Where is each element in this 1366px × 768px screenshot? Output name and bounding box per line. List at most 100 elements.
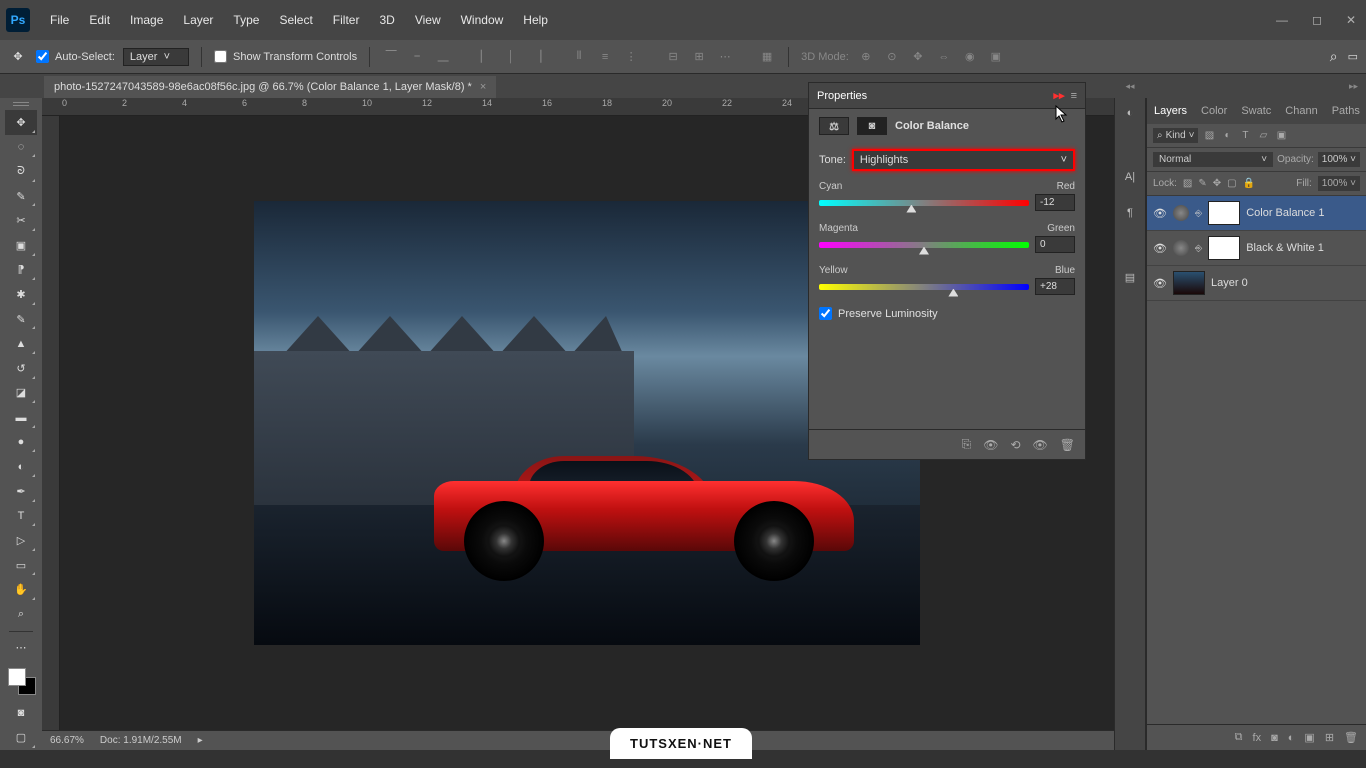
character-panel-icon[interactable]: A| bbox=[1119, 166, 1141, 188]
menu-edit[interactable]: Edit bbox=[81, 9, 118, 31]
tab-layers[interactable]: Layers bbox=[1147, 105, 1194, 117]
preserve-check[interactable] bbox=[819, 307, 832, 320]
properties-header[interactable]: Properties ▸▸ ≡ bbox=[809, 83, 1085, 109]
layer-mask-thumb[interactable] bbox=[1208, 201, 1240, 225]
menu-help[interactable]: Help bbox=[515, 9, 556, 31]
reset-icon[interactable]: ⟲ bbox=[1010, 438, 1020, 452]
slider-thumb[interactable] bbox=[948, 289, 958, 297]
tab-channels[interactable]: Chann bbox=[1278, 105, 1324, 117]
distribute-spacing-icon[interactable]: ⊟ bbox=[664, 48, 682, 66]
auto-select-checkbox[interactable]: Auto-Select: bbox=[36, 50, 115, 63]
quick-mask-tool[interactable]: ◙ bbox=[5, 701, 37, 726]
tab-paths[interactable]: Paths bbox=[1325, 105, 1366, 117]
ruler-vertical[interactable] bbox=[42, 116, 60, 730]
show-transform-check[interactable] bbox=[214, 50, 227, 63]
move-tool[interactable]: ✥ bbox=[5, 110, 37, 135]
lock-all-icon[interactable]: 🔒 bbox=[1243, 178, 1255, 189]
filter-type-icon[interactable]: T bbox=[1238, 129, 1252, 143]
doc-size[interactable]: Doc: 1.91M/2.55M bbox=[100, 735, 182, 746]
menu-file[interactable]: File bbox=[42, 9, 77, 31]
align-left-icon[interactable]: ▏ bbox=[476, 48, 494, 66]
delete-adjustment-icon[interactable]: 🗑 bbox=[1060, 438, 1075, 452]
menu-3d[interactable]: 3D bbox=[371, 9, 402, 31]
menu-layer[interactable]: Layer bbox=[175, 9, 221, 31]
new-group-icon[interactable]: ▣ bbox=[1304, 731, 1314, 744]
marquee-tool[interactable]: ◌ bbox=[5, 135, 37, 160]
layer-visibility-icon[interactable]: 👁 bbox=[1153, 242, 1167, 255]
layer-row[interactable]: 👁 Layer 0 bbox=[1147, 266, 1366, 301]
hand-tool[interactable]: ✋ bbox=[5, 577, 37, 602]
right-col-collapse[interactable]: ▸▸ bbox=[1146, 74, 1366, 98]
slider-thumb[interactable] bbox=[919, 247, 929, 255]
layer-row[interactable]: 👁 ⎆ Color Balance 1 bbox=[1147, 196, 1366, 231]
layer-visibility-icon[interactable]: 👁 bbox=[1153, 277, 1167, 290]
minimize-icon[interactable]: — bbox=[1272, 9, 1292, 31]
align-top-icon[interactable]: ⎺ bbox=[382, 48, 400, 66]
panel-menu-icon[interactable]: ≡ bbox=[1071, 90, 1077, 102]
pan-icon[interactable]: ✥ bbox=[909, 48, 927, 66]
toolbox-grip[interactable] bbox=[13, 102, 29, 106]
preserve-luminosity-checkbox[interactable]: Preserve Luminosity bbox=[819, 307, 1075, 320]
zoom-tool[interactable]: ⌕ bbox=[5, 602, 37, 627]
menu-view[interactable]: View bbox=[407, 9, 449, 31]
layer-filter-kind[interactable]: ⌕ Kind ˅ bbox=[1153, 128, 1198, 143]
auto-select-target-select[interactable]: Layer ˅ bbox=[123, 48, 189, 66]
slider-value-input[interactable]: -12 bbox=[1035, 194, 1075, 211]
slider-thumb[interactable] bbox=[906, 205, 916, 213]
shape-tool[interactable]: ▭ bbox=[5, 553, 37, 578]
camera-icon[interactable]: ▣ bbox=[987, 48, 1005, 66]
dodge-tool[interactable]: ◐ bbox=[5, 454, 37, 479]
orbit-icon[interactable]: ⊕ bbox=[857, 48, 875, 66]
align-hcenter-icon[interactable]: │ bbox=[502, 48, 520, 66]
new-layer-icon[interactable]: ⊞ bbox=[1325, 731, 1334, 744]
tone-select[interactable]: Highlights˅ bbox=[852, 149, 1075, 171]
blend-mode-select[interactable]: Normal˅ bbox=[1153, 152, 1273, 167]
distribute-v-icon[interactable]: ≡ bbox=[596, 48, 614, 66]
distribute-h-icon[interactable]: ⫴ bbox=[570, 48, 588, 66]
tab-swatches[interactable]: Swatc bbox=[1234, 105, 1278, 117]
auto-align-icon[interactable]: ▦ bbox=[758, 48, 776, 66]
maximize-icon[interactable]: ◻ bbox=[1308, 9, 1326, 31]
roll-icon[interactable]: ⊙ bbox=[883, 48, 901, 66]
tab-close-icon[interactable]: × bbox=[480, 81, 486, 93]
link-layers-icon[interactable]: ⧉ bbox=[1235, 731, 1243, 744]
show-transform-checkbox[interactable]: Show Transform Controls bbox=[214, 50, 357, 63]
slider-track[interactable] bbox=[819, 242, 1029, 248]
new-adjustment-icon[interactable]: ◐ bbox=[1288, 732, 1295, 744]
layer-name[interactable]: Layer 0 bbox=[1211, 277, 1248, 289]
auto-select-check[interactable] bbox=[36, 50, 49, 63]
color-swatches[interactable] bbox=[6, 666, 36, 694]
toggle-visibility-icon[interactable]: 👁 bbox=[1033, 438, 1048, 452]
distribute-3-icon[interactable]: ⋮ bbox=[622, 48, 640, 66]
align-vcenter-icon[interactable]: ⎯ bbox=[408, 48, 426, 66]
menu-window[interactable]: Window bbox=[453, 9, 512, 31]
foreground-swatch[interactable] bbox=[8, 668, 26, 686]
lasso-tool[interactable]: ᘐ bbox=[5, 159, 37, 184]
layer-mask-icon[interactable]: ◙ bbox=[1271, 732, 1278, 744]
zoom-value[interactable]: 66.67% bbox=[50, 735, 84, 746]
layer-visibility-icon[interactable]: 👁 bbox=[1153, 207, 1167, 220]
clip-to-layer-icon[interactable]: ⎘ bbox=[962, 437, 972, 452]
layer-fx-icon[interactable]: fx bbox=[1253, 732, 1262, 744]
view-previous-icon[interactable]: 👁 bbox=[983, 438, 998, 452]
history-brush-tool[interactable]: ↺ bbox=[5, 356, 37, 381]
menu-type[interactable]: Type bbox=[225, 9, 267, 31]
slider-track[interactable] bbox=[819, 200, 1029, 206]
filter-shape-icon[interactable]: ▱ bbox=[1256, 129, 1270, 143]
slider-value-input[interactable]: 0 bbox=[1035, 236, 1075, 253]
gradient-tool[interactable]: ▬ bbox=[5, 405, 37, 430]
document-tab[interactable]: photo-1527247043589-98e6ac08f56c.jpg @ 6… bbox=[44, 76, 496, 98]
align-right-icon[interactable]: ▕ bbox=[528, 48, 546, 66]
more-align-icon[interactable]: ⋯ bbox=[716, 48, 734, 66]
close-icon[interactable]: ✕ bbox=[1342, 9, 1360, 31]
fill-value[interactable]: 100% ˅ bbox=[1318, 176, 1360, 191]
filter-adjust-icon[interactable]: ◐ bbox=[1220, 129, 1234, 143]
layer-name[interactable]: Color Balance 1 bbox=[1246, 207, 1324, 219]
workspace-icon[interactable]: ▭ bbox=[1348, 50, 1358, 63]
pen-tool[interactable]: ✒ bbox=[5, 479, 37, 504]
tab-color[interactable]: Color bbox=[1194, 105, 1234, 117]
align-bottom-icon[interactable]: ⎽ bbox=[434, 48, 452, 66]
blur-tool[interactable]: ● bbox=[5, 430, 37, 455]
layer-name[interactable]: Black & White 1 bbox=[1246, 242, 1324, 254]
layer-row[interactable]: 👁 ⎆ Black & White 1 bbox=[1147, 231, 1366, 266]
